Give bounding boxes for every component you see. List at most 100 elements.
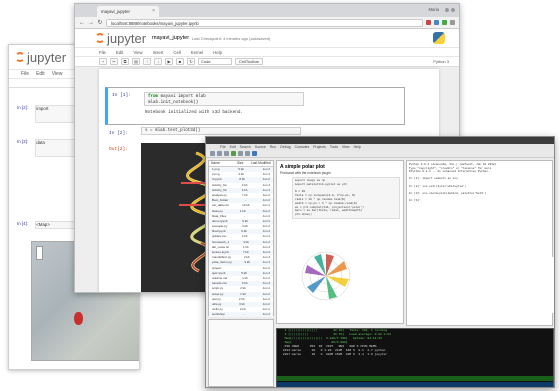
maximize-window-icon[interactable] [445, 8, 449, 12]
run-button[interactable]: ▶ [165, 58, 173, 65]
menu-view[interactable]: View [342, 145, 350, 149]
save-icon[interactable] [224, 151, 229, 156]
stop-button[interactable]: ■ [176, 58, 184, 65]
menu-run[interactable]: Run [270, 145, 276, 149]
address-input[interactable]: localhost:8888/notebooks/mayavi_jupyter.… [106, 18, 423, 27]
notebook-subtext: Produced with the notebook plugin [280, 171, 331, 175]
cell-code[interactable]: from mayavi import mlab mlab.init_notebo… [144, 92, 304, 106]
notebook-menubar: File Edit View Insert Cell Kernel Help [75, 47, 459, 56]
file-cell: workshop [212, 312, 225, 317]
notebook-code-cell[interactable]: import numpy as np import matplotlib.pyp… [292, 177, 400, 219]
restart-button[interactable]: ↻ [187, 58, 195, 65]
notebook-title[interactable]: mayavi_jupyter [152, 35, 189, 41]
cell-prompt: In [1]: [112, 93, 131, 98]
menu-file[interactable]: File [21, 71, 29, 77]
menu-search[interactable]: Search [240, 145, 251, 149]
checkpoint-status: Last Checkpoint: 4 minutes ago (autosave… [192, 35, 271, 41]
back-icon[interactable]: ← [79, 20, 85, 26]
menu-source[interactable]: Source [255, 145, 266, 149]
spyder-window[interactable]: File Edit Search Source Run Debug Consol… [205, 136, 555, 388]
cell-prompt: In [4]: [17, 221, 28, 226]
file-cell: Jun 2 [262, 312, 270, 317]
menu-file[interactable]: File [99, 50, 106, 55]
close-window-icon[interactable] [451, 8, 455, 12]
column-name[interactable]: Name [211, 161, 237, 166]
console-output: Python 3.6.4 |Anaconda, Inc.| (default, … [409, 163, 497, 202]
menu-edit[interactable]: Edit [230, 145, 236, 149]
polar-bar-chart [301, 251, 351, 301]
add-cell-button[interactable]: + [99, 58, 107, 65]
process-highlight-bar [277, 376, 553, 381]
paste-button[interactable]: ▤ [132, 58, 140, 65]
terminal-htop[interactable]: 1 [||||||||||||||| 42.1%] Tasks: 182, 1 … [276, 328, 554, 387]
notebook-cell-active[interactable]: In [1]: from mayavi import mlab mlab.ini… [105, 87, 405, 125]
extension-icon[interactable] [426, 20, 431, 25]
menu-debug[interactable]: Debug [280, 145, 290, 149]
reload-icon[interactable]: ↻ [97, 19, 103, 26]
move-up-button[interactable]: ↑ [143, 58, 151, 65]
variable-explorer[interactable] [208, 319, 274, 387]
file-list: 1.png 5 kb Jun 2 2.png 4 kb Jun 2 3.ipynb 8 kb J… [209, 167, 273, 318]
notebook-header: jupyter mayavi_jupyter Last Checkpoint: … [75, 29, 459, 47]
python-icon[interactable] [252, 151, 257, 156]
cell-type-select[interactable]: Code [198, 58, 232, 65]
column-size[interactable]: Size [237, 161, 251, 166]
function-key-bar [277, 382, 553, 387]
notebook-content: A simple polar plot Produced with the no… [277, 161, 403, 222]
map-marker[interactable] [74, 312, 83, 325]
menu-edit[interactable]: Edit [116, 50, 123, 55]
menu-projects[interactable]: Projects [313, 145, 326, 149]
map-zoom-control[interactable] [36, 246, 43, 260]
cell-code[interactable]: s = mlab.test_plot3d() [141, 127, 301, 135]
terminal-line: 2287 maria 20 0 880M 150M 48M S 3.4 1.9 … [281, 353, 388, 356]
ipython-console[interactable]: Python 3.6.4 |Anaconda, Inc.| (default, … [406, 160, 554, 326]
violin-plot [549, 257, 554, 313]
stop-icon[interactable] [245, 151, 250, 156]
desktop-collage: jupyter File Edit View In [2]: import In… [0, 0, 560, 391]
output-prompt: Out[2]: [109, 147, 128, 152]
debug-icon[interactable] [238, 151, 243, 156]
terminal-output: 1 [||||||||||||||| 42.1%] Tasks: 182, 1 … [277, 329, 553, 357]
cell-prompt: In [3]: [17, 139, 28, 144]
run-icon[interactable] [231, 151, 236, 156]
column-modified[interactable]: Last Modified [251, 161, 271, 166]
extension-icon[interactable] [434, 20, 439, 25]
menu-icon[interactable] [450, 20, 455, 25]
jupyter-wordmark: jupyter [107, 30, 147, 46]
menu-cell[interactable]: Cell [173, 50, 180, 55]
tab-close-icon[interactable]: × [152, 8, 155, 14]
menu-tools[interactable]: Tools [330, 145, 338, 149]
menu-kernel[interactable]: Kernel [191, 50, 203, 55]
menu-help[interactable]: Help [213, 50, 222, 55]
menu-file[interactable]: File [220, 145, 226, 149]
extension-icon[interactable] [442, 20, 447, 25]
celltoolbar-button[interactable]: CellToolbar [235, 58, 263, 65]
move-down-button[interactable]: ↓ [154, 58, 162, 65]
forward-icon[interactable]: → [88, 20, 94, 26]
menu-help[interactable]: Help [354, 145, 361, 149]
python-logo-icon [433, 32, 445, 44]
spyder-toolbar [206, 150, 554, 158]
file-row[interactable]: workshop - Jun 2 [209, 312, 273, 318]
kernel-indicator: Python 3 [433, 59, 449, 64]
menu-insert[interactable]: Insert [153, 50, 164, 55]
menu-view[interactable]: View [52, 71, 63, 77]
file-explorer[interactable]: Name Size Last Modified 1.png 5 kb Jun 2 2.… [208, 160, 274, 318]
file-cell: 3 kb [244, 260, 251, 265]
browser-tab[interactable]: mayavi_jupyter × [97, 6, 159, 17]
cut-button[interactable]: ✂ [110, 58, 118, 65]
spyder-titlebar [206, 137, 554, 144]
menu-edit[interactable]: Edit [36, 71, 45, 77]
cell-prompt: In [2]: [17, 105, 28, 110]
window-user: Maria [428, 7, 439, 12]
menu-view[interactable]: View [133, 50, 142, 55]
notebook-plugin-pane[interactable]: A simple polar plot Produced with the no… [276, 160, 404, 324]
url-bar: ← → ↻ localhost:8888/notebooks/mayavi_ju… [75, 17, 459, 29]
copy-button[interactable]: ⧉ [121, 58, 129, 65]
jupyter-wordmark: jupyter [27, 49, 67, 65]
tab-strip: mayavi_jupyter × Maria [75, 4, 459, 17]
menu-consoles[interactable]: Consoles [295, 145, 310, 149]
open-icon[interactable] [217, 151, 222, 156]
notebook-toolbar: + ✂ ⧉ ▤ ↑ ↓ ▶ ■ ↻ Code CellToolbar Pytho… [75, 56, 459, 67]
new-file-icon[interactable] [210, 151, 215, 156]
